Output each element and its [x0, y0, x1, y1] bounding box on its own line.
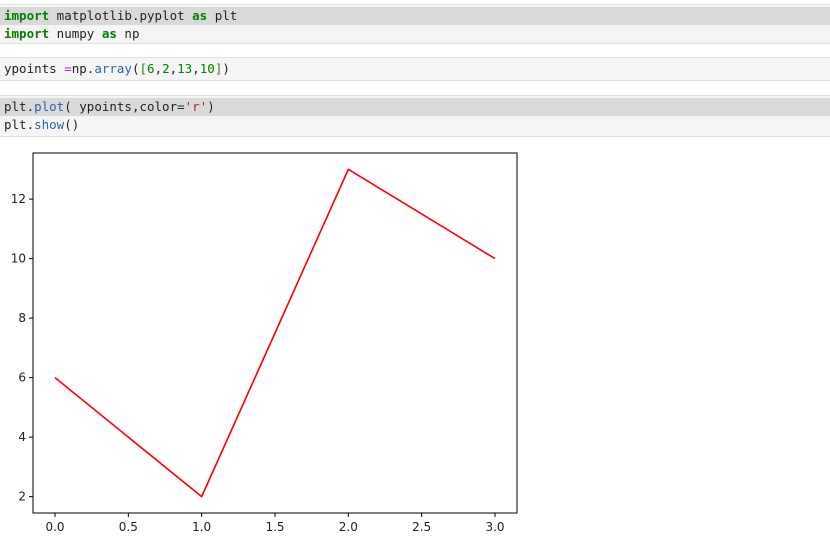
code-line: import numpy as np: [0, 25, 830, 43]
code-cell-imports[interactable]: import matplotlib.pyplot as plt import n…: [0, 4, 830, 44]
code-token: (): [64, 117, 80, 132]
code-line: plt.plot( ypoints,color='r'): [0, 98, 830, 116]
code-token: (: [131, 61, 140, 76]
code-token: =: [64, 61, 72, 76]
code-token: 13: [177, 61, 193, 76]
code-token: array: [94, 61, 132, 76]
code-token: ,: [154, 61, 163, 76]
code-token: import: [4, 8, 50, 23]
code-token: plt: [207, 8, 238, 23]
code-line: plt.show(): [0, 116, 830, 134]
code-token: show: [34, 117, 65, 132]
code-token: [: [139, 61, 148, 76]
code-token: ): [222, 61, 230, 76]
code-token: as: [192, 8, 208, 23]
x-tick-label: 0.5: [119, 520, 138, 534]
x-tick-label: 2.5: [412, 520, 431, 534]
x-tick-label: 0.0: [45, 520, 64, 534]
code-cell-array[interactable]: ypoints =np.array([6,2,13,10]): [0, 57, 830, 81]
code-token: ,: [192, 61, 200, 76]
y-tick-label: 4: [18, 430, 26, 444]
code-line: ypoints =np.array([6,2,13,10]): [0, 60, 830, 78]
code-token: ): [207, 99, 215, 114]
y-tick-label: 10: [11, 252, 26, 266]
code-token: 10: [199, 61, 215, 76]
y-tick-label: 6: [18, 371, 26, 385]
code-token: 'r': [184, 99, 208, 114]
code-token: plot: [34, 99, 65, 114]
code-token: np: [116, 26, 140, 41]
code-token: ypoints: [4, 61, 65, 76]
code-token: 2: [162, 61, 170, 76]
code-token: plt.: [4, 99, 35, 114]
x-tick-label: 2.0: [339, 520, 358, 534]
code-token: ( ypoints,color=: [64, 99, 185, 114]
x-tick-label: 1.5: [265, 520, 284, 534]
code-token: matplotlib.pyplot: [49, 8, 193, 23]
code-token: as: [101, 26, 117, 41]
code-token: np.: [71, 61, 95, 76]
series-line: [54, 168, 496, 498]
code-token: numpy: [49, 26, 102, 41]
y-tick-label: 2: [18, 490, 26, 504]
y-tick-label: 12: [11, 192, 26, 206]
x-tick-label: 3.0: [485, 520, 504, 534]
code-token: 6: [147, 61, 155, 76]
code-line: import matplotlib.pyplot as plt: [0, 7, 830, 25]
line-chart: 0.0 0.5 1.0 1.5 2.0 2.5 3.0 2 4 6 8 10 12: [11, 152, 518, 534]
plot-output: 0.0 0.5 1.0 1.5 2.0 2.5 3.0 2 4 6 8 10 12: [0, 145, 540, 556]
code-cell-plot[interactable]: plt.plot( ypoints,color='r') plt.show(): [0, 95, 830, 137]
code-token: plt.: [4, 117, 35, 132]
y-tick-label: 8: [18, 311, 26, 325]
x-tick-label: 1.0: [192, 520, 211, 534]
code-token: import: [4, 26, 50, 41]
